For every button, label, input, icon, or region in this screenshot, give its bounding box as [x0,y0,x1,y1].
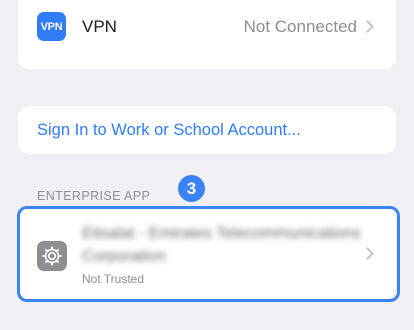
chevron-right-icon [361,20,374,33]
trust-status-label: Not Trusted [82,272,145,286]
gear-icon [37,241,67,271]
vpn-icon: VPN [37,12,66,41]
signin-section: Sign In to Work or School Account... [18,106,396,154]
vpn-label: VPN [82,17,117,36]
step-number-badge: 3 [178,175,205,202]
enterprise-app-name: Etisalat - Emirates Telecommunications C… [82,225,361,265]
vpn-row[interactable]: VPN VPN Not Connected [18,12,396,47]
vpn-status: Not Connected [243,17,357,36]
sign-in-work-account-link[interactable]: Sign In to Work or School Account... [37,121,301,140]
vpn-section: VPN VPN Not Connected [18,0,396,69]
enterprise-app-row[interactable]: Etisalat - Emirates Telecommunications C… [18,207,396,299]
enterprise-app-header: ENTERPRISE APP [37,189,151,203]
